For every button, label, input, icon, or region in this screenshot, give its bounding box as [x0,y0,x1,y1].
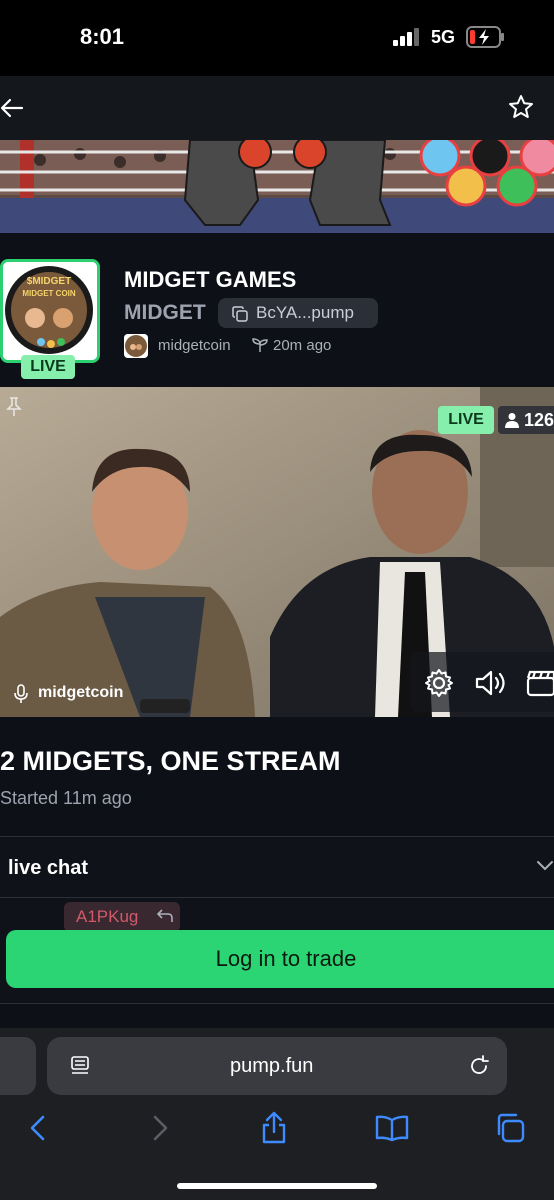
browser-forward-icon[interactable] [150,1114,170,1142]
viewer-count-value: 126 [524,410,554,430]
network-type: 5G [431,27,456,47]
reply-icon [156,909,173,922]
token-banner-image [0,140,554,233]
creator-avatar[interactable] [124,334,148,358]
previous-tab[interactable] [0,1037,36,1095]
token-logo-image: $MIDGET MIDGET COIN [3,262,97,360]
clapperboard-icon[interactable] [526,668,554,698]
creator-username[interactable]: midgetcoin [158,337,231,354]
token-live-badge: LIVE [21,355,75,379]
svg-text:MIDGET COIN: MIDGET COIN [22,289,76,298]
tabs-icon[interactable] [494,1112,526,1144]
token-name: MIDGET GAMES [124,267,297,292]
back-arrow-icon[interactable] [0,96,24,120]
streamer-name: midgetcoin [38,684,124,701]
login-to-trade-button[interactable]: Log in to trade [6,930,554,988]
browser-back-icon[interactable] [28,1114,48,1142]
settings-gear-icon[interactable] [424,668,454,698]
viewer-count: 126 [498,406,554,434]
live-chat-title: live chat [8,857,89,879]
person-icon [505,413,519,428]
svg-text:$MIDGET: $MIDGET [27,276,71,287]
sprout-icon [252,338,268,352]
chat-username: A1PKug [76,907,139,926]
token-logo[interactable]: $MIDGET MIDGET COIN [0,259,100,363]
bookmarks-icon[interactable] [375,1114,409,1142]
clock: 8:01 [80,24,125,49]
contract-address: BcYA...pump [256,303,354,322]
reload-icon[interactable] [468,1055,490,1077]
stream-title: 2 MIDGETS, ONE STREAM [0,746,341,776]
avatar-image [124,334,148,358]
reader-menu-icon[interactable] [70,1055,90,1077]
token-age: 20m ago [273,337,332,354]
microphone-icon [14,684,28,703]
token-ticker: MIDGET [124,301,206,324]
chevron-down-icon[interactable] [536,860,554,872]
copy-icon [232,306,248,322]
stream-live-badge: LIVE [438,406,494,434]
status-bar: 8:01 5G [0,0,554,76]
top-nav-bar [0,76,554,140]
url-text: pump.fun [230,1055,314,1077]
home-indicator[interactable] [177,1183,377,1189]
contract-address-copy-button[interactable]: BcYA...pump [218,298,378,328]
cellular-signal-icon [393,28,419,46]
favorite-star-icon[interactable] [508,94,534,120]
volume-icon[interactable] [474,668,508,698]
pin-icon[interactable] [4,396,24,418]
battery-charging-icon [466,26,504,48]
chat-message-username[interactable]: A1PKug [64,902,180,932]
share-icon[interactable] [260,1111,288,1145]
stream-started-time: Started 11m ago [0,788,132,808]
